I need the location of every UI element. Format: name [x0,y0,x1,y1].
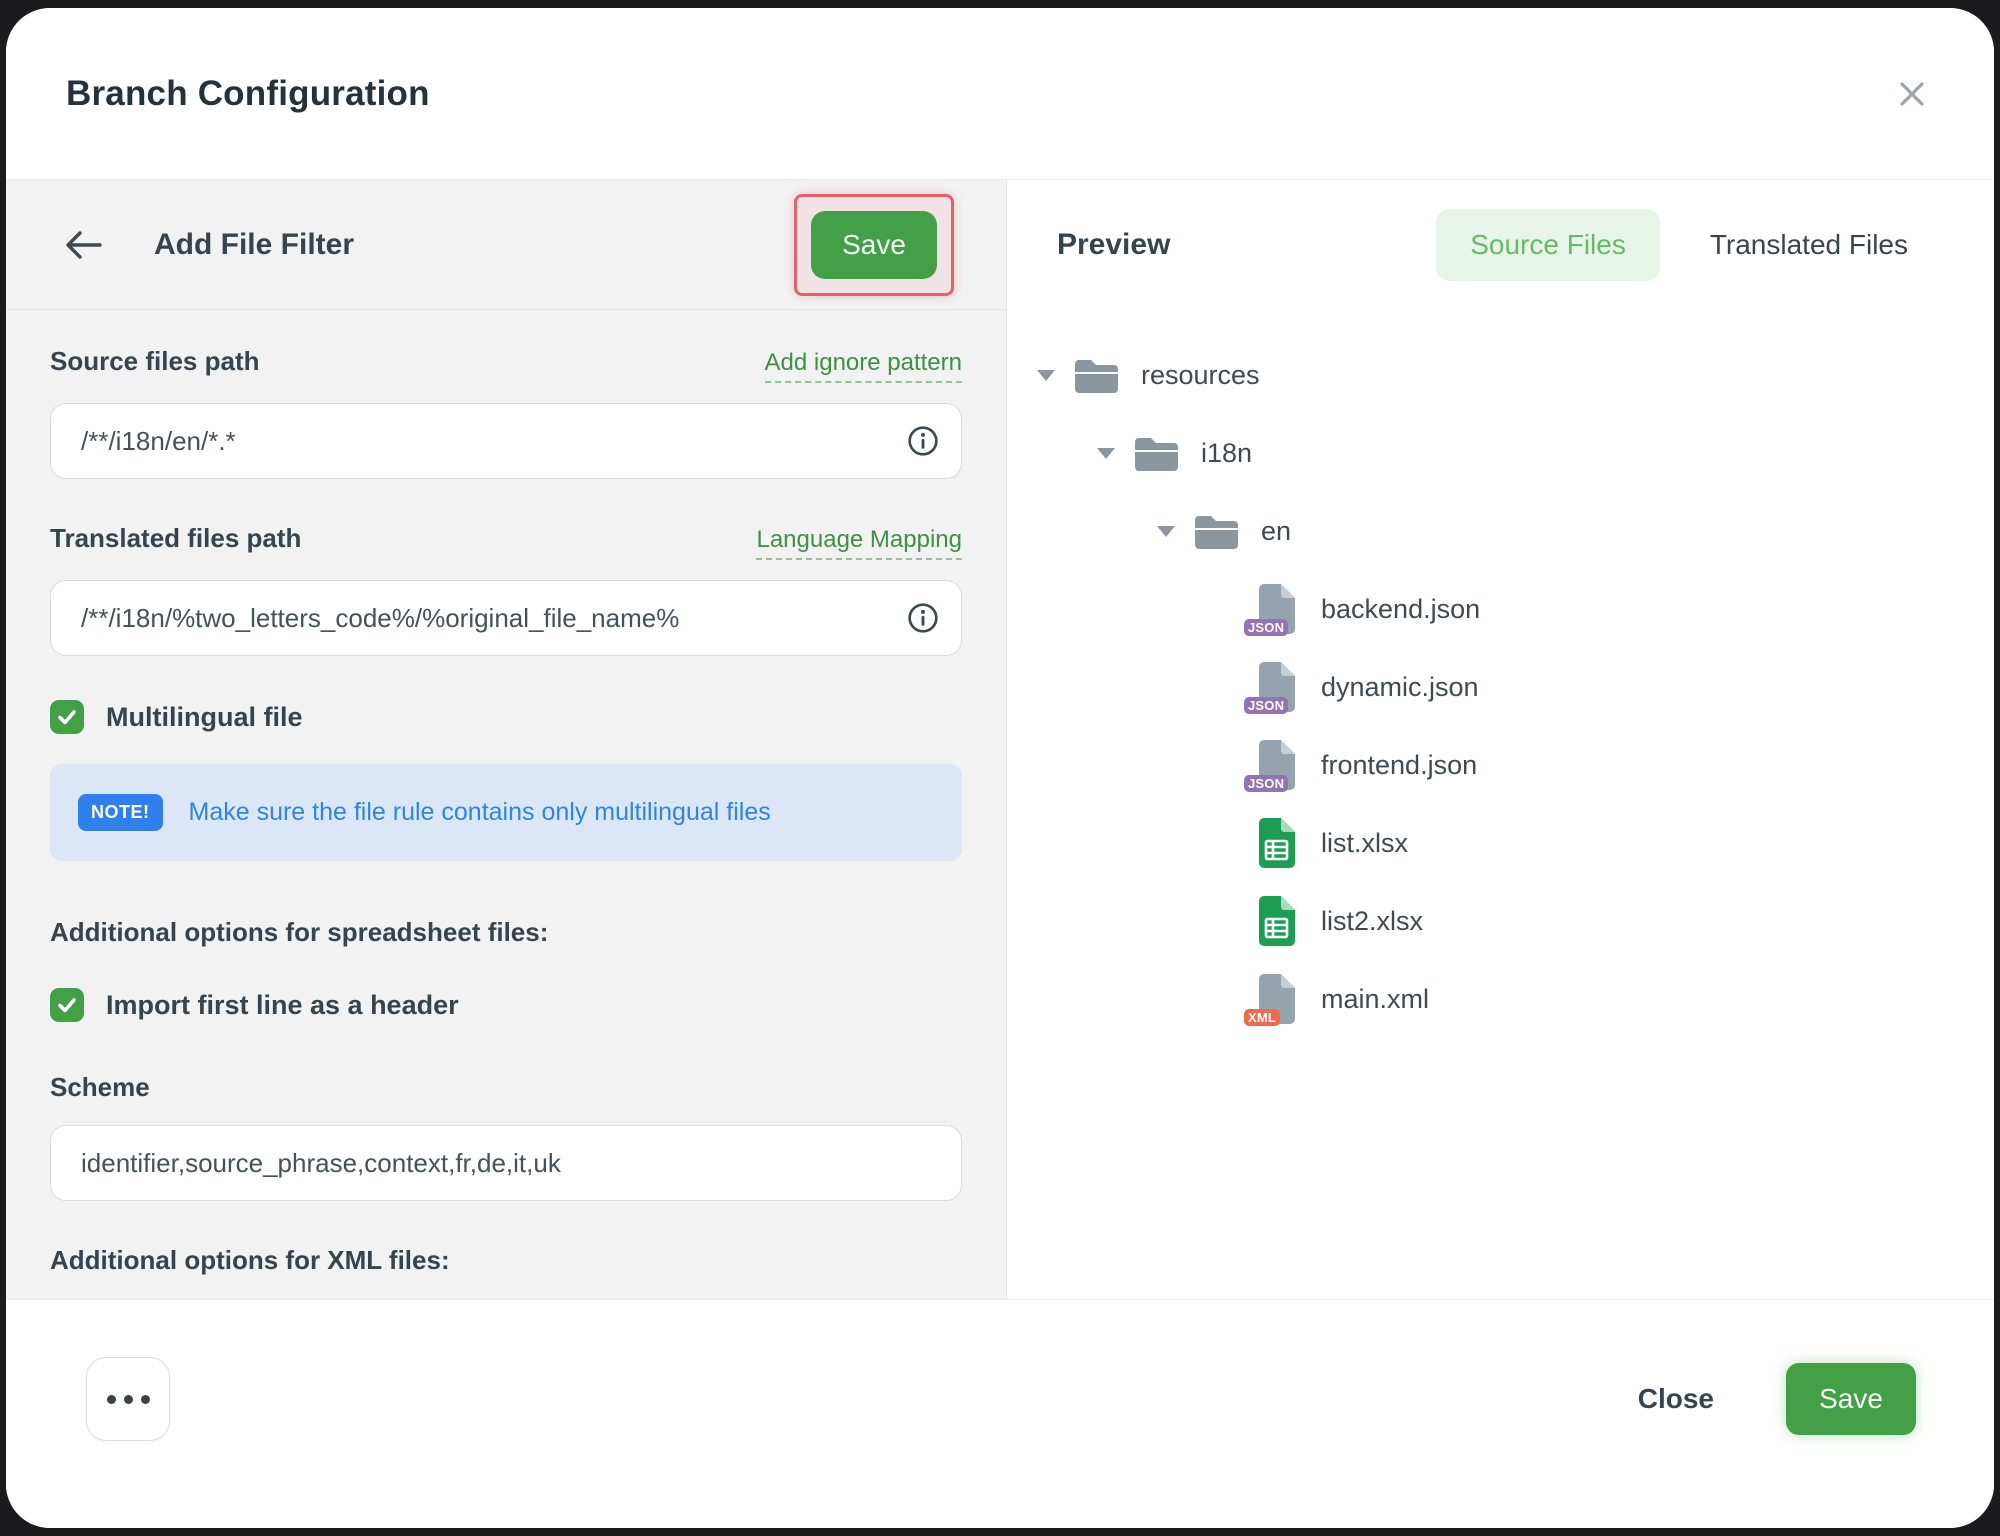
tree-item-label: backend.json [1321,594,1480,625]
tree-item-list-xlsx[interactable]: list.xlsx [1033,814,1974,872]
tree-item-resources[interactable]: resources [1033,346,1974,404]
xml-file-icon: XML [1251,973,1301,1025]
checkbox-checked-icon[interactable] [50,988,84,1022]
tree-item-label: en [1261,516,1291,547]
import-header-label: Import first line as a header [106,990,459,1021]
folder-icon [1131,427,1181,479]
preview-title: Preview [1057,228,1170,262]
json-file-icon: JSON [1251,583,1301,635]
folder-icon [1071,349,1121,401]
source-path-field-wrap [50,403,962,479]
chevron-down-icon[interactable] [1093,448,1131,459]
xml-options-heading: Additional options for XML files: [50,1245,962,1276]
tab-translated-files[interactable]: Translated Files [1676,209,1942,281]
checkbox-checked-icon[interactable] [50,700,84,734]
ellipsis-icon [103,1395,154,1404]
filter-save-button[interactable]: Save [811,211,937,279]
modal-footer: Close Save [6,1300,1994,1528]
modal-save-button[interactable]: Save [1786,1363,1916,1435]
save-highlight-annotation: Save [794,194,954,296]
back-arrow-icon[interactable] [62,225,106,265]
close-icon[interactable] [1890,72,1934,116]
more-options-button[interactable] [86,1357,170,1441]
tree-item-list2-xlsx[interactable]: list2.xlsx [1033,892,1974,950]
json-file-icon: JSON [1251,661,1301,713]
json-badge: JSON [1244,619,1288,636]
multilingual-checkbox-row[interactable]: Multilingual file [50,700,962,734]
xlsx-file-icon [1251,895,1301,947]
note-text: Make sure the file rule contains only mu… [189,798,771,827]
branch-configuration-modal: Branch Configuration Add File Filter Sav… [6,8,1994,1528]
tree-item-label: i18n [1201,438,1252,469]
filter-subheader: Add File Filter Save [6,180,1006,310]
translated-path-label: Translated files path [50,523,301,554]
import-header-checkbox-row[interactable]: Import first line as a header [50,988,962,1022]
scheme-field-wrap [50,1125,962,1201]
tree-item-backend-json[interactable]: JSON backend.json [1033,580,1974,638]
spreadsheet-options-heading: Additional options for spreadsheet files… [50,917,962,948]
xlsx-file-icon [1251,817,1301,869]
close-button[interactable]: Close [1632,1382,1720,1416]
note-banner: NOTE! Make sure the file rule contains o… [50,764,962,861]
tree-item-label: list.xlsx [1321,828,1408,859]
file-tree: resources i18n en JSON backend.json JSON dynam… [1007,310,1994,1068]
tree-item-frontend-json[interactable]: JSON frontend.json [1033,736,1974,794]
add-ignore-pattern-link[interactable]: Add ignore pattern [765,349,962,383]
preview-header: Preview Source Files Translated Files [1007,180,1994,310]
translated-path-field-wrap [50,580,962,656]
language-mapping-link[interactable]: Language Mapping [756,526,962,560]
multilingual-label: Multilingual file [106,702,303,733]
tree-item-en[interactable]: en [1033,502,1974,560]
source-path-input[interactable] [79,425,891,458]
note-badge: NOTE! [78,794,163,831]
filter-title: Add File Filter [154,228,354,262]
tree-item-label: list2.xlsx [1321,906,1423,937]
info-icon[interactable] [907,425,939,457]
json-badge: JSON [1244,697,1288,714]
scheme-label: Scheme [50,1072,150,1103]
tree-item-dynamic-json[interactable]: JSON dynamic.json [1033,658,1974,716]
tree-item-label: main.xml [1321,984,1429,1015]
info-icon[interactable] [907,602,939,634]
tree-item-label: frontend.json [1321,750,1477,781]
preview-panel: Preview Source Files Translated Files re… [1007,180,1994,1300]
tree-item-label: dynamic.json [1321,672,1479,703]
scheme-input[interactable] [79,1147,891,1180]
translated-path-input[interactable] [79,602,891,635]
modal-titlebar: Branch Configuration [6,8,1994,180]
preview-tabs: Source Files Translated Files [1436,209,1942,281]
chevron-down-icon[interactable] [1153,526,1191,537]
json-file-icon: JSON [1251,739,1301,791]
file-filter-panel: Add File Filter Save Source files path A… [6,180,1007,1300]
json-badge: JSON [1244,775,1288,792]
tree-item-label: resources [1141,360,1260,391]
tree-item-i18n[interactable]: i18n [1033,424,1974,482]
page-title: Branch Configuration [66,74,430,114]
tab-source-files[interactable]: Source Files [1436,209,1660,281]
source-path-label: Source files path [50,346,260,377]
tree-item-main-xml[interactable]: XML main.xml [1033,970,1974,1028]
filter-form: Source files path Add ignore pattern Tr [6,310,1006,1300]
chevron-down-icon[interactable] [1033,370,1071,381]
xml-badge: XML [1244,1009,1280,1026]
folder-icon [1191,505,1241,557]
